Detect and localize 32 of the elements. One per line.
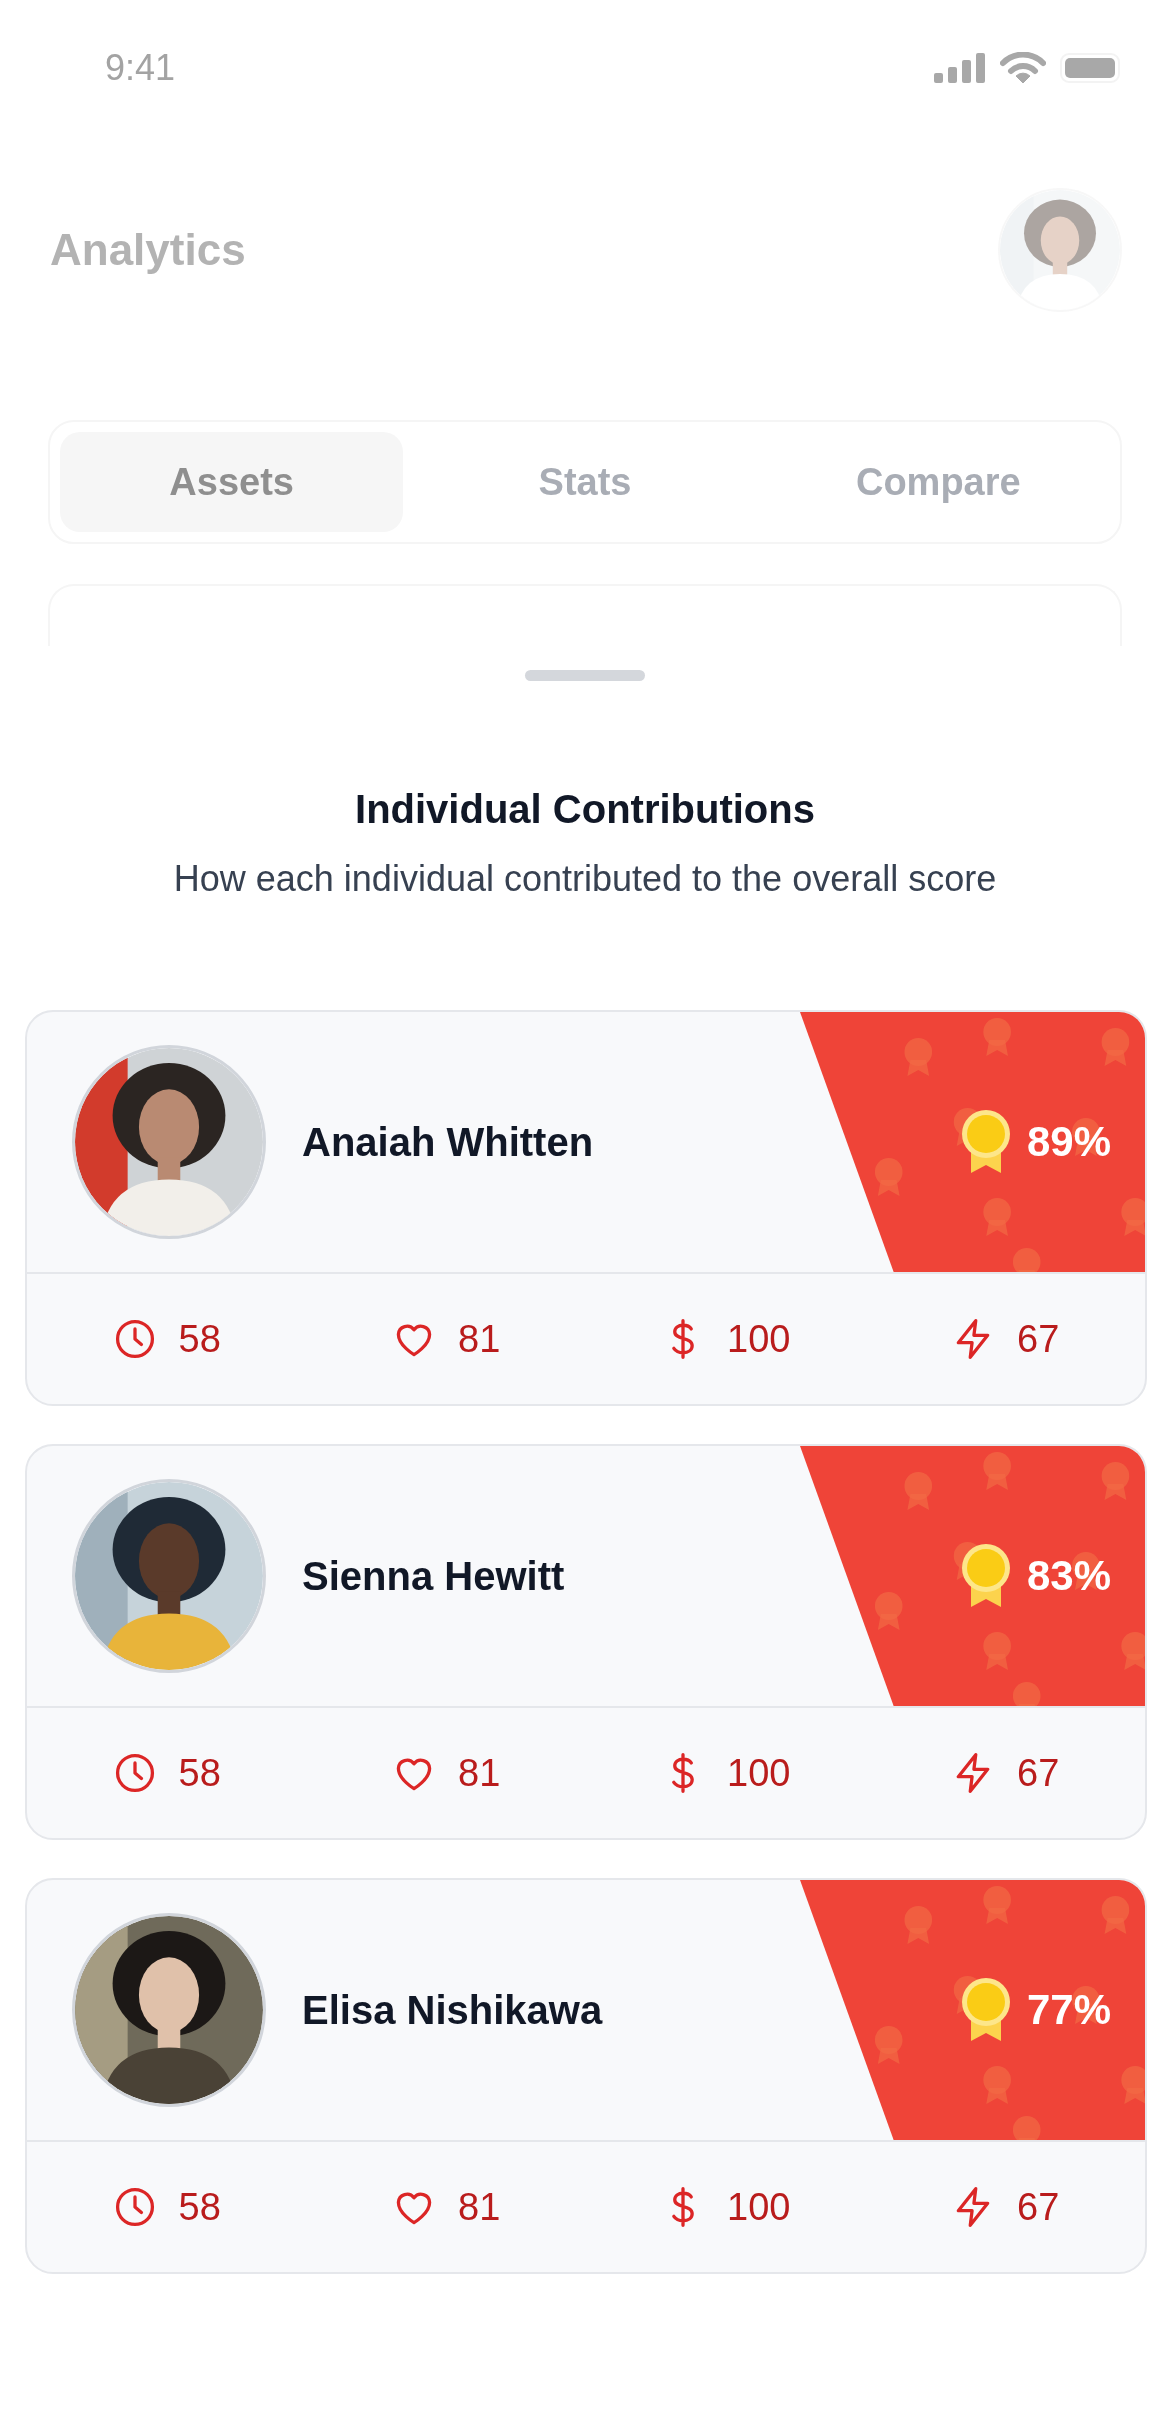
medal-icon (960, 1977, 1011, 2043)
stat-value: 58 (178, 1751, 221, 1795)
score-percent: 83% (1026, 1552, 1111, 1600)
sheet-subtitle: How each individual contributed to the overall score (173, 858, 997, 900)
stat-value: 67 (1017, 1317, 1060, 1361)
stat-value: 100 (727, 1317, 791, 1361)
stat-value: 67 (1017, 1751, 1060, 1795)
contributor-name: Sienna Hewitt (302, 1553, 565, 1599)
wifi-icon (1000, 52, 1046, 84)
stat-value: 81 (458, 1317, 501, 1361)
sheet-handle[interactable] (525, 670, 645, 681)
stat-value: 67 (1017, 2185, 1060, 2229)
page-title: Analytics (50, 225, 246, 275)
medal-icon (960, 1109, 1011, 1175)
contributor-name: Anaiah Whitten (302, 1119, 594, 1165)
battery-icon (1060, 53, 1120, 83)
tab[interactable]: Assets (60, 432, 404, 532)
stat-value: 58 (178, 1317, 221, 1361)
tab[interactable]: Compare (766, 432, 1110, 532)
status-time: 9:41 (105, 47, 176, 89)
contributor-name: Elisa Nishikawa (302, 1987, 603, 2033)
stat-value: 81 (458, 1751, 501, 1795)
tab[interactable]: Stats (413, 432, 757, 532)
sheet-title: Individual Contributions (355, 787, 815, 832)
stat-value: 100 (727, 2185, 791, 2229)
stat-value: 81 (458, 2185, 501, 2229)
signal-icon (934, 53, 986, 83)
score-percent: 89% (1026, 1118, 1111, 1166)
medal-icon (960, 1543, 1011, 1609)
score-percent: 77% (1026, 1986, 1111, 2034)
stat-value: 58 (178, 2185, 221, 2229)
stat-value: 100 (727, 1751, 791, 1795)
